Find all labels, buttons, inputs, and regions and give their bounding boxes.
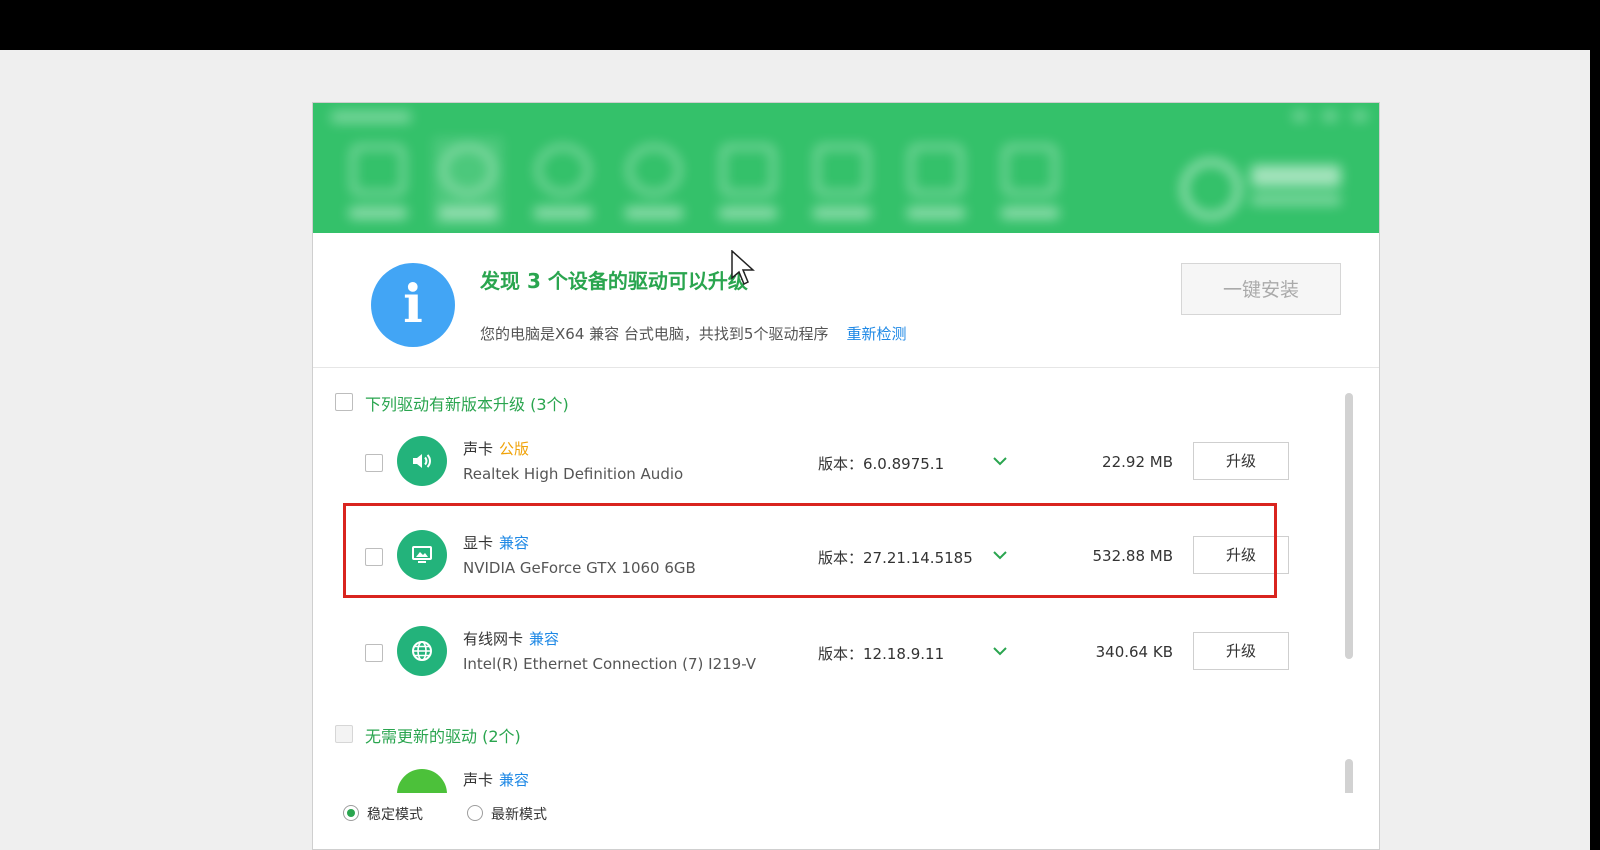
- mode-bar: 稳定模式 最新模式: [313, 793, 1379, 849]
- driver-tag: 公版: [499, 440, 530, 458]
- device-name: Realtek High Definition Audio: [463, 465, 684, 483]
- info-icon: i: [371, 263, 455, 347]
- highlight-box: [343, 503, 1277, 598]
- latest-mode-label[interactable]: 最新模式: [491, 804, 547, 824]
- updates-section-title: 下列驱动有新版本升级 (3个): [365, 395, 569, 414]
- driver-row-network: 有线网卡 兼容 Intel(R) Ethernet Connection (7) …: [313, 605, 1313, 695]
- upgrade-button[interactable]: 升级: [1193, 632, 1289, 670]
- speaker-icon: [397, 436, 447, 486]
- row-checkbox[interactable]: [365, 454, 383, 472]
- device-type-label: 声卡: [463, 771, 494, 789]
- right-black-band: [1590, 0, 1600, 850]
- divider: [313, 367, 1379, 368]
- driver-tag: 兼容: [529, 630, 560, 648]
- select-all-updates-checkbox[interactable]: [335, 393, 353, 411]
- no-update-section-checkbox[interactable]: [335, 725, 353, 743]
- mouse-cursor-icon: [731, 250, 755, 286]
- device-name: Intel(R) Ethernet Connection (7) I219-V: [463, 655, 756, 673]
- partial-device-type: 声卡 兼容: [463, 769, 529, 790]
- row-checkbox[interactable]: [365, 644, 383, 662]
- one-key-install-button[interactable]: 一键安装: [1181, 263, 1341, 315]
- subline: 您的电脑是X64 兼容 台式电脑，共找到5个驱动程序 重新检测: [480, 323, 906, 344]
- device-type: 有线网卡 兼容: [463, 628, 559, 649]
- device-type-label: 声卡: [463, 440, 494, 458]
- driver-tag: 兼容: [499, 771, 530, 789]
- driver-manager-window: i 发现 3 个设备的驱动可以升级 您的电脑是X64 兼容 台式电脑，共找到5个…: [312, 102, 1380, 850]
- driver-size: 22.92 MB: [1102, 453, 1173, 471]
- driver-row-audio: 声卡 公版 Realtek High Definition Audio 版本：6.…: [313, 415, 1313, 505]
- stable-mode-radio[interactable]: [343, 805, 359, 821]
- upgrade-button[interactable]: 升级: [1193, 442, 1289, 480]
- toolbar-blurred: [313, 103, 1379, 233]
- device-type-label: 有线网卡: [463, 630, 524, 648]
- driver-version: 版本：12.18.9.11: [818, 645, 945, 663]
- top-black-band: [0, 0, 1600, 50]
- no-update-section-title: 无需更新的驱动 (2个): [365, 727, 521, 746]
- device-type: 声卡 公版: [463, 438, 529, 459]
- globe-icon: [397, 626, 447, 676]
- latest-mode-radio[interactable]: [467, 805, 483, 821]
- chevron-down-icon[interactable]: [991, 643, 1009, 657]
- chevron-down-icon[interactable]: [991, 453, 1009, 467]
- driver-size: 340.64 KB: [1095, 643, 1173, 661]
- driver-version: 版本：6.0.8975.1: [818, 455, 945, 473]
- headline: 发现 3 个设备的驱动可以升级: [480, 269, 748, 293]
- subline-text: 您的电脑是X64 兼容 台式电脑，共找到5个驱动程序: [480, 325, 829, 343]
- rescan-link[interactable]: 重新检测: [846, 325, 906, 343]
- stable-mode-label[interactable]: 稳定模式: [367, 804, 423, 824]
- scrollbar-thumb[interactable]: [1345, 393, 1353, 659]
